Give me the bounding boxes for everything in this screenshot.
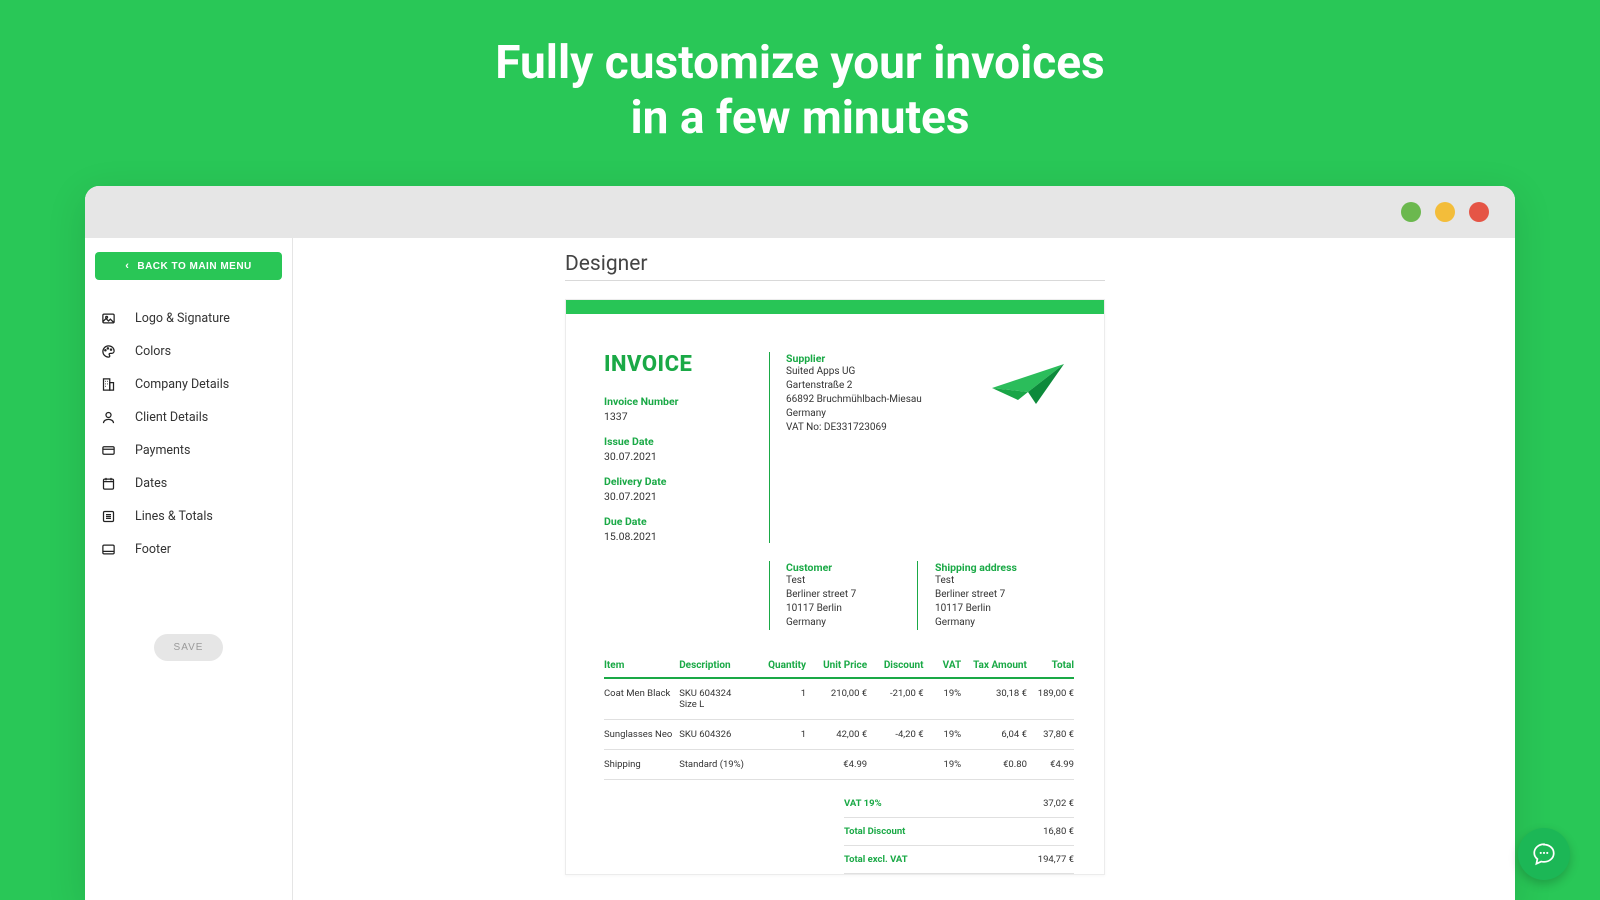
- table-row: Sunglasses NeoSKU 604326142,00 €-4,20 €1…: [604, 720, 1074, 750]
- totals-row: Total excl. VAT194,77 €: [844, 846, 1074, 874]
- menu-payments[interactable]: Payments: [95, 434, 282, 467]
- chat-fab[interactable]: [1518, 828, 1570, 880]
- page-title: Designer: [565, 252, 1515, 276]
- window-controls: [85, 186, 1515, 238]
- table-row: Coat Men BlackSKU 604324Size L1210,00 €-…: [604, 678, 1074, 720]
- invoice-number-value: 1337: [604, 410, 769, 423]
- menu-label: Dates: [135, 476, 167, 491]
- delivery-date-value: 30.07.2021: [604, 490, 769, 503]
- palette-icon: [99, 344, 117, 359]
- footer-icon: [99, 542, 117, 557]
- invoice-preview: INVOICE Invoice Number 1337 Issue Date 3…: [565, 299, 1105, 875]
- shipping-label: Shipping address: [935, 561, 1074, 574]
- menu-client-details[interactable]: Client Details: [95, 401, 282, 434]
- back-button-label: BACK TO MAIN MENU: [137, 261, 251, 272]
- delivery-date-label: Delivery Date: [604, 475, 769, 488]
- chevron-left-icon: ‹: [125, 260, 129, 272]
- vertical-divider: [769, 561, 770, 630]
- menu-label: Colors: [135, 344, 171, 359]
- customer-city: 10117 Berlin: [786, 602, 925, 616]
- issue-date-label: Issue Date: [604, 435, 769, 448]
- due-date-label: Due Date: [604, 515, 769, 528]
- marketing-headline: Fully customize your invoices in a few m…: [0, 0, 1600, 146]
- customer-name: Test: [786, 574, 925, 588]
- settings-menu: Logo & Signature Colors Company Details: [95, 302, 282, 566]
- table-row: ShippingStandard (19%)€4.9919%€0.80€4.99: [604, 750, 1074, 780]
- col-unit-price: Unit Price: [806, 654, 867, 678]
- title-divider: [565, 280, 1105, 281]
- menu-footer[interactable]: Footer: [95, 533, 282, 566]
- credit-card-icon: [99, 443, 117, 458]
- vertical-divider: [769, 352, 770, 543]
- menu-label: Company Details: [135, 377, 229, 392]
- col-quantity: Quantity: [754, 654, 806, 678]
- menu-label: Footer: [135, 542, 171, 557]
- menu-company-details[interactable]: Company Details: [95, 368, 282, 401]
- col-vat: VAT: [924, 654, 962, 678]
- menu-lines-totals[interactable]: Lines & Totals: [95, 500, 282, 533]
- invoice-accent-bar: [566, 300, 1104, 314]
- totals-row: Total Discount16,80 €: [844, 818, 1074, 846]
- col-tax-amount: Tax Amount: [961, 654, 1027, 678]
- invoice-heading: INVOICE: [604, 352, 769, 377]
- issue-date-value: 30.07.2021: [604, 450, 769, 463]
- window-dot-red: [1469, 202, 1489, 222]
- back-to-main-button[interactable]: ‹ BACK TO MAIN MENU: [95, 252, 282, 280]
- window-dot-yellow: [1435, 202, 1455, 222]
- totals-row: VAT 19%37,02 €: [844, 790, 1074, 818]
- col-description: Description: [679, 654, 754, 678]
- menu-label: Payments: [135, 443, 190, 458]
- menu-label: Logo & Signature: [135, 311, 230, 326]
- menu-colors[interactable]: Colors: [95, 335, 282, 368]
- menu-label: Client Details: [135, 410, 208, 425]
- supplier-country: Germany: [786, 407, 1074, 421]
- paper-plane-icon: [988, 358, 1068, 408]
- col-item: Item: [604, 654, 679, 678]
- customer-label: Customer: [786, 561, 925, 574]
- shipping-street: Berliner street 7: [935, 588, 1074, 602]
- shipping-country: Germany: [935, 616, 1074, 630]
- customer-street: Berliner street 7: [786, 588, 925, 602]
- customer-country: Germany: [786, 616, 925, 630]
- menu-dates[interactable]: Dates: [95, 467, 282, 500]
- list-icon: [99, 509, 117, 524]
- sidebar: ‹ BACK TO MAIN MENU Logo & Signature: [85, 238, 293, 900]
- calendar-icon: [99, 476, 117, 491]
- image-icon: [99, 311, 117, 326]
- col-discount: Discount: [867, 654, 923, 678]
- menu-label: Lines & Totals: [135, 509, 213, 524]
- menu-logo-signature[interactable]: Logo & Signature: [95, 302, 282, 335]
- supplier-vat: VAT No: DE331723069: [786, 421, 1074, 435]
- chat-icon: [1531, 841, 1557, 867]
- person-icon: [99, 410, 117, 425]
- shipping-name: Test: [935, 574, 1074, 588]
- line-items-table: Item Description Quantity Unit Price Dis…: [604, 654, 1074, 780]
- due-date-value: 15.08.2021: [604, 530, 769, 543]
- building-icon: [99, 377, 117, 392]
- save-button[interactable]: SAVE: [154, 634, 224, 661]
- shipping-city: 10117 Berlin: [935, 602, 1074, 616]
- invoice-number-label: Invoice Number: [604, 395, 769, 408]
- browser-window: ‹ BACK TO MAIN MENU Logo & Signature: [85, 186, 1515, 900]
- window-dot-green: [1401, 202, 1421, 222]
- col-total: Total: [1027, 654, 1074, 678]
